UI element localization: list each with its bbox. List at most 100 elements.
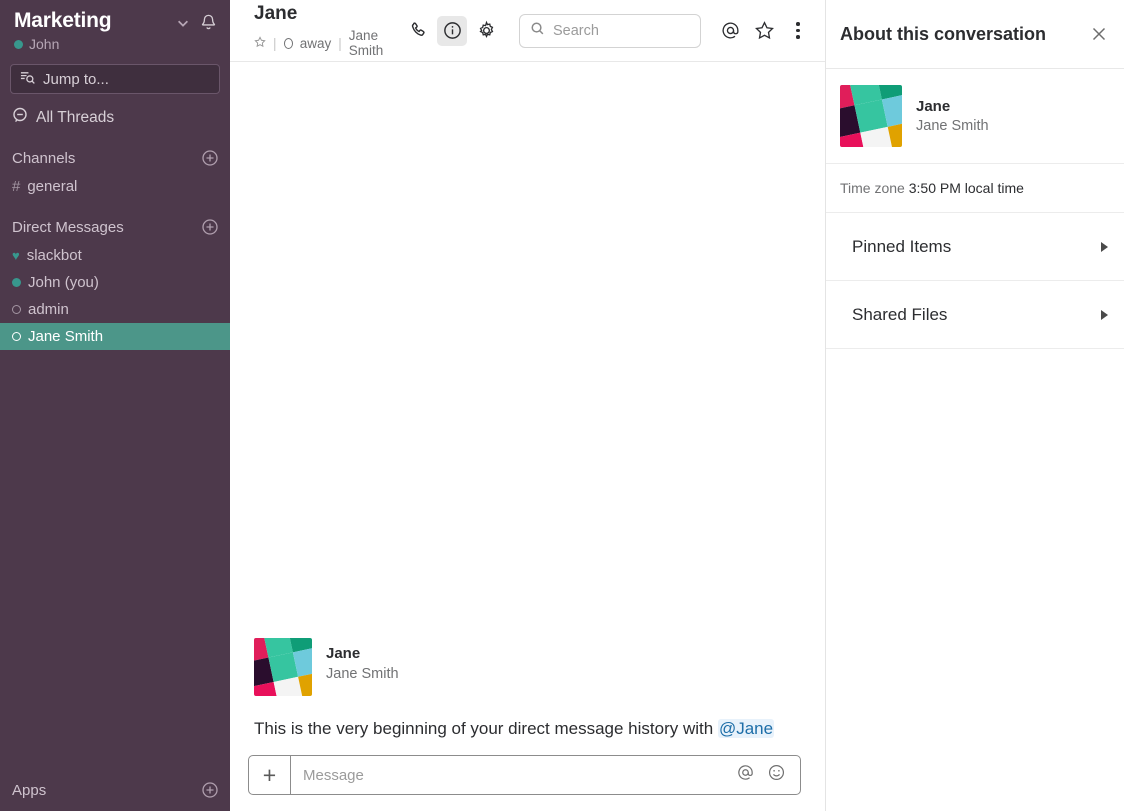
plus-circle-icon[interactable] [202,150,218,166]
sidebar-spacer [0,350,230,775]
at-mentions-icon[interactable] [736,763,755,787]
message-input[interactable]: Message [291,767,736,784]
meta-separator: | [273,36,277,51]
workspace-header[interactable]: Marketing John [0,0,230,54]
sidebar-item-john-you[interactable]: John (you) [0,269,230,296]
info-circle-icon[interactable] [437,16,467,46]
sidebar-item-jane-smith[interactable]: Jane Smith [0,323,230,350]
mosaic-avatar [840,85,902,147]
timezone-value: 3:50 PM local time [909,180,1024,196]
intro-text-body: This is the very beginning of your direc… [254,719,718,738]
presence-dot-online [14,40,23,49]
all-threads-label: All Threads [36,109,114,127]
sidebar-item-general[interactable]: # general [0,173,230,200]
current-user: John [14,36,176,52]
workspace-info: Marketing John [14,8,176,52]
workspace-name: Marketing [14,8,176,33]
current-user-name: John [29,36,59,52]
about-conversation-panel: About this conversation Jane Jane Smith … [825,0,1124,811]
gear-icon[interactable] [471,16,501,46]
presence-dot-online [12,278,21,287]
threads-icon [12,107,28,128]
sidebar: Marketing John [0,0,230,811]
sidebar-item-slackbot[interactable]: ♥ slackbot [0,242,230,269]
sidebar-item-all-threads[interactable]: All Threads [0,104,230,131]
dms-section-title: Direct Messages [12,219,202,236]
dm-label: John (you) [28,274,99,291]
sidebar-item-admin[interactable]: admin [0,296,230,323]
plus-circle-icon[interactable] [202,782,218,798]
search-input[interactable]: Search [519,14,701,48]
chevron-down-icon[interactable] [176,16,190,30]
conversation-topbar: Jane | away | Jane Smith [230,0,825,62]
timezone-label: Time zone [840,180,905,196]
mention-link[interactable]: @Jane [718,719,774,738]
composer-actions [736,763,800,787]
conversation-intro: Jane Jane Smith This is the very beginni… [254,638,809,743]
message-author-block: Jane Jane Smith [326,638,399,684]
message-header: Jane Jane Smith [254,638,809,696]
search-icon [530,21,545,41]
timezone-row: Time zone 3:50 PM local time [826,164,1124,213]
channels-section-header[interactable]: Channels [0,143,230,173]
heart-icon: ♥ [12,249,20,262]
channel-label: general [27,178,77,195]
message-author: Jane [326,644,399,663]
dms-section-header[interactable]: Direct Messages [0,212,230,242]
message-author-real-name: Jane Smith [326,664,399,684]
panel-title: About this conversation [840,24,1090,45]
panel-item-label: Pinned Items [852,237,1089,257]
kebab-dots [796,22,800,39]
conversation-meta: | away | Jane Smith [254,28,403,58]
slack-app-window: Marketing John [0,0,1124,811]
star-outline-icon[interactable] [749,16,779,46]
presence-dot-away [12,305,21,314]
main-content: Jane | away | Jane Smith [230,0,825,811]
panel-user-name: Jane [916,97,989,116]
real-name-label: Jane Smith [349,28,403,58]
panel-item-shared-files[interactable]: Shared Files [826,281,1124,349]
avatar-mosaic-grid [840,85,902,147]
phone-icon[interactable] [403,16,433,46]
page-title: Jane [254,3,403,25]
plus-circle-icon[interactable] [202,219,218,235]
presence-label: away [300,36,332,51]
workspace-header-icons [176,8,218,32]
sidebar-section-apps[interactable]: Apps [0,775,230,805]
apps-section-title: Apps [12,782,202,799]
panel-item-label: Shared Files [852,305,1089,325]
topbar-actions: Search [403,14,813,48]
triangle-right-icon [1101,310,1108,320]
panel-user-real-name: Jane Smith [916,117,989,136]
dm-label: admin [28,301,69,318]
channels-section-title: Channels [12,150,202,167]
emoji-smiley-icon[interactable] [767,763,786,787]
panel-user-row[interactable]: Jane Jane Smith [826,69,1124,164]
meta-separator: | [338,36,342,51]
presence-dot-away [284,38,293,49]
message-list: Jane Jane Smith This is the very beginni… [230,62,825,755]
mosaic-avatar [254,638,312,696]
panel-header: About this conversation [826,0,1124,69]
at-mentions-icon[interactable] [715,16,745,46]
panel-user-names: Jane Jane Smith [916,97,989,136]
message-placeholder: Message [303,767,364,784]
close-icon[interactable] [1090,25,1108,43]
search-placeholder: Search [553,23,599,39]
jump-to-input[interactable]: Jump to... [10,64,220,94]
kebab-menu-icon[interactable] [783,16,813,46]
bell-icon[interactable] [199,13,218,32]
presence-dot-away [12,332,21,341]
star-outline-icon[interactable] [254,36,266,51]
jump-to-label: Jump to... [43,71,109,88]
avatar-mosaic-grid [254,638,312,696]
triangle-right-icon [1101,242,1108,252]
plus-icon[interactable]: + [249,756,291,794]
composer-container: + Message [230,755,825,811]
dm-label: slackbot [27,247,82,264]
panel-item-pinned-items[interactable]: Pinned Items [826,213,1124,281]
dm-label: Jane Smith [28,328,103,345]
hash-icon: # [12,178,20,195]
message-composer[interactable]: + Message [248,755,801,795]
conversation-info: Jane | away | Jane Smith [254,3,403,58]
